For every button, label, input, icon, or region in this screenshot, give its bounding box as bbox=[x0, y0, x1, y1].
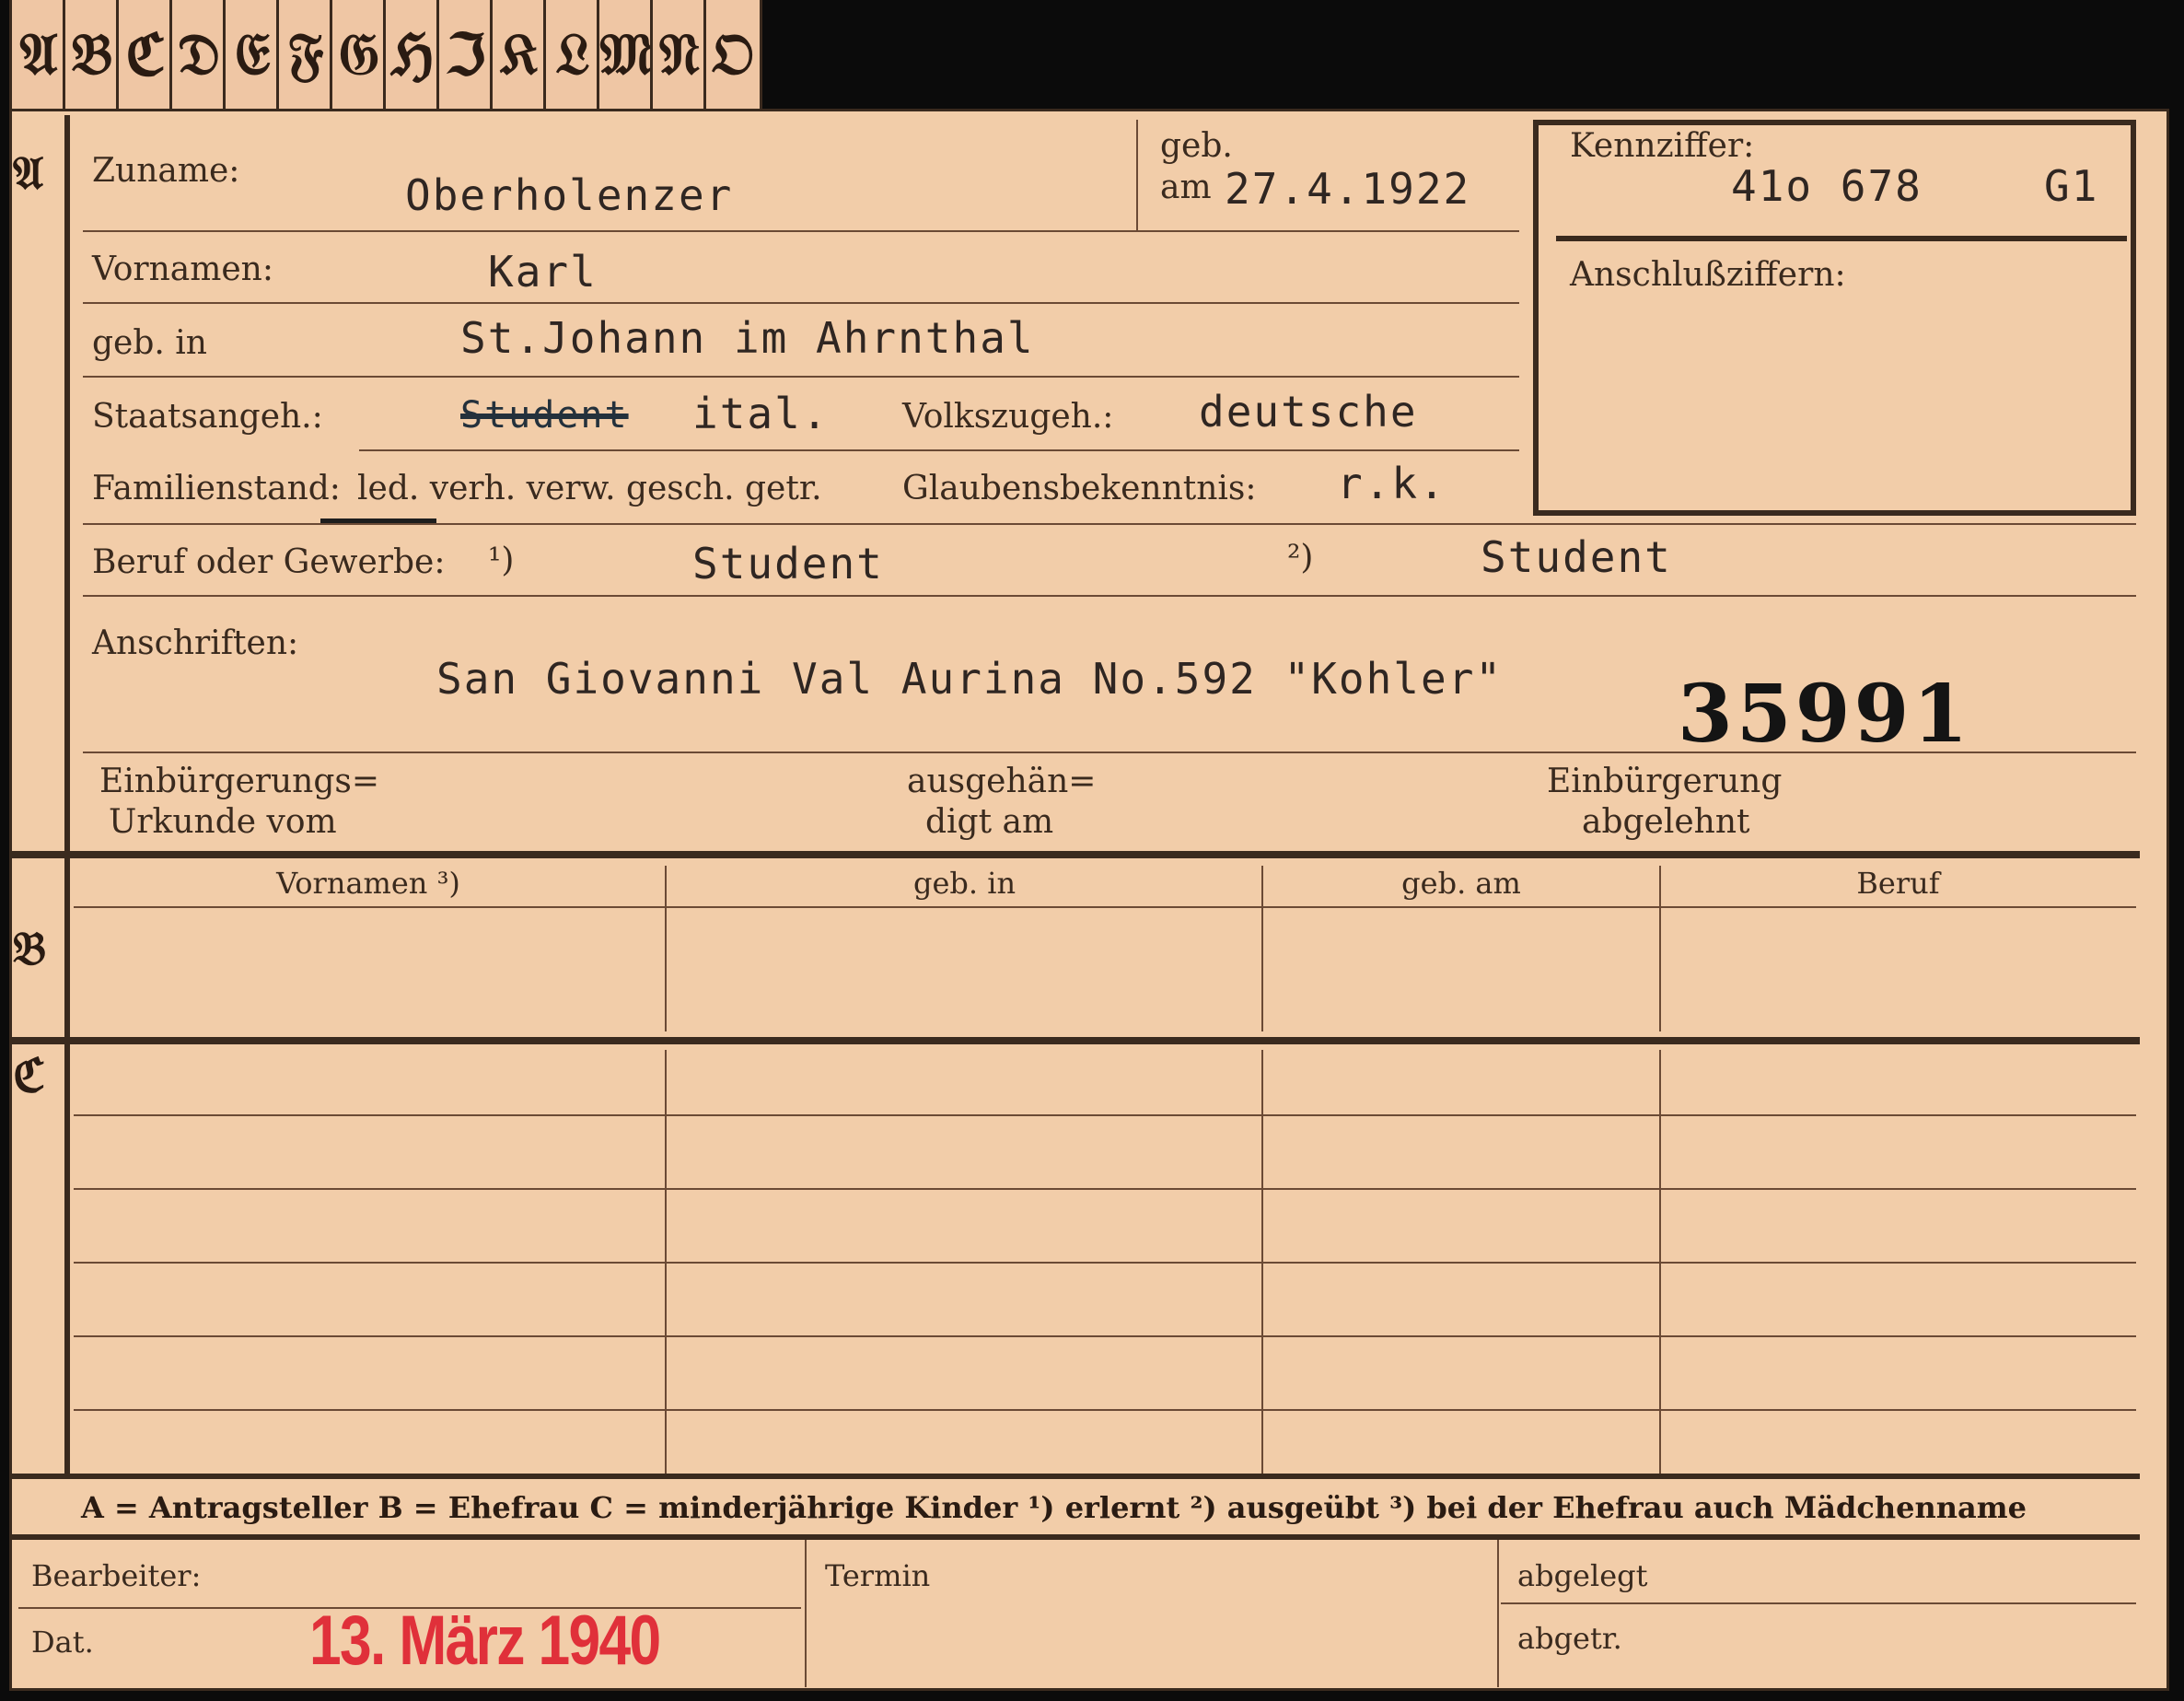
einbuergerung-label-1: Einbürgerungs= bbox=[99, 763, 380, 800]
row-line-7 bbox=[83, 751, 2136, 753]
legend-text: A = Antragsteller B = Ehefrau C = minder… bbox=[81, 1490, 2027, 1525]
kennziffer-suffix: G1 bbox=[2044, 161, 2099, 211]
anschriften-label: Anschriften: bbox=[92, 624, 299, 662]
section-divider-ab bbox=[11, 851, 2140, 858]
vornamen-label: Vornamen: bbox=[92, 250, 273, 288]
row-line-3 bbox=[83, 376, 1519, 378]
anschlussziffern-label: Anschlußziffern: bbox=[1570, 256, 1846, 294]
dat-label: Dat. bbox=[31, 1625, 94, 1660]
kennziffer-divider bbox=[1556, 236, 2127, 241]
c-row-line-2 bbox=[74, 1188, 2136, 1190]
zuname-value: Oberholenzer bbox=[405, 170, 734, 220]
section-b-letter: 𝔅 bbox=[13, 921, 47, 975]
beruf-ausgeuebt-value: Student bbox=[1481, 532, 1672, 582]
tab-g[interactable]: 𝔊 bbox=[330, 0, 389, 109]
col-geb-am-header: geb. am bbox=[1401, 866, 1521, 901]
zuname-label: Zuname: bbox=[92, 152, 240, 190]
b-col-line-2 bbox=[1261, 866, 1263, 1031]
termin-label: Termin bbox=[825, 1558, 931, 1593]
b-col-line-3 bbox=[1659, 866, 1661, 1031]
geb-in-label: geb. in bbox=[92, 324, 207, 362]
section-a-letter: 𝔄 bbox=[13, 146, 44, 200]
row-line-4 bbox=[359, 449, 1519, 451]
footer-col-line-1 bbox=[805, 1540, 807, 1687]
tab-m[interactable]: 𝔐 bbox=[597, 0, 656, 109]
legend-top-rule bbox=[11, 1474, 2140, 1479]
row-line-5 bbox=[83, 523, 2136, 525]
section-b-rule bbox=[64, 861, 70, 1036]
row-line-6 bbox=[83, 595, 2136, 597]
b-col-line-1 bbox=[665, 866, 667, 1031]
tab-d[interactable]: 𝔇 bbox=[169, 0, 228, 109]
abgelegt-label: abgelegt bbox=[1517, 1558, 1648, 1593]
tab-l[interactable]: 𝔏 bbox=[543, 0, 602, 109]
abgetr-label: abgetr. bbox=[1517, 1621, 1622, 1656]
footer-col-line-2 bbox=[1497, 1540, 1499, 1687]
tab-f[interactable]: 𝔉 bbox=[276, 0, 335, 109]
glaubensbekenntnis-value: r.k. bbox=[1337, 459, 1446, 508]
zuname-divider bbox=[1136, 120, 1138, 230]
c-row-line-1 bbox=[74, 1114, 2136, 1116]
kennziffer-label: Kennziffer: bbox=[1570, 127, 1755, 165]
familienstand-label: Familienstand: bbox=[92, 470, 341, 507]
staatsangeh-struck-value: Student bbox=[460, 394, 629, 437]
col-vornamen-header: Vornamen ³) bbox=[276, 866, 460, 901]
tab-o[interactable]: 𝔒 bbox=[703, 0, 762, 109]
section-divider-bc bbox=[11, 1037, 2140, 1044]
tab-a[interactable]: 𝔄 bbox=[9, 0, 68, 109]
beruf-footnote-2: ²) bbox=[1287, 539, 1314, 577]
bearbeiter-label: Bearbeiter: bbox=[31, 1558, 202, 1593]
legend-bottom-rule bbox=[11, 1534, 2140, 1540]
tab-c[interactable]: ℭ bbox=[116, 0, 175, 109]
c-row-line-4 bbox=[74, 1335, 2136, 1337]
staatsangeh-value: ital. bbox=[692, 389, 830, 438]
geb-in-value: St.Johann im Ahrnthal bbox=[460, 313, 1035, 363]
col-geb-in-header: geb. in bbox=[912, 866, 1016, 901]
glaubensbekenntnis-label: Glaubensbekenntnis: bbox=[902, 470, 1257, 507]
staatsangeh-label: Staatsangeh.: bbox=[92, 398, 323, 436]
volkszugeh-value: deutsche bbox=[1199, 387, 1418, 437]
tab-e[interactable]: 𝔈 bbox=[223, 0, 282, 109]
abgelehnt-label-2: abgelehnt bbox=[1582, 803, 1750, 841]
beruf-erlernt-value: Student bbox=[692, 539, 884, 588]
tab-n[interactable]: 𝔑 bbox=[650, 0, 709, 109]
b-header-line bbox=[74, 906, 2136, 908]
tab-k[interactable]: 𝔎 bbox=[490, 0, 549, 109]
einbuergerung-label-2: Urkunde vom bbox=[109, 803, 337, 841]
vornamen-value: Karl bbox=[488, 247, 598, 297]
stamp-number: 35991 bbox=[1678, 668, 1972, 761]
am-label: am bbox=[1160, 169, 1212, 206]
section-c-rule bbox=[64, 1048, 70, 1474]
c-row-line-3 bbox=[74, 1262, 2136, 1264]
c-row-line-5 bbox=[74, 1409, 2136, 1411]
geb-am-value: 27.4.1922 bbox=[1225, 164, 1471, 214]
section-c-letter: ℭ bbox=[13, 1048, 46, 1102]
col-beruf-header: Beruf bbox=[1856, 866, 1940, 901]
kennziffer-value: 41o 678 bbox=[1731, 161, 1923, 211]
footer-mid-line-right bbox=[1501, 1602, 2136, 1604]
ausgehaengt-label-2: digt am bbox=[925, 803, 1054, 841]
row-line-2 bbox=[83, 302, 1519, 304]
beruf-label: Beruf oder Gewerbe: bbox=[92, 543, 446, 581]
geb-label: geb. bbox=[1160, 127, 1233, 165]
familienstand-options: led. verh. verw. gesch. getr. bbox=[357, 470, 822, 507]
ausgehaengt-label-1: ausgehän= bbox=[907, 763, 1097, 800]
date-stamp: 13. März 1940 bbox=[309, 1602, 661, 1680]
beruf-footnote-1: ¹) bbox=[488, 542, 515, 579]
row-line-1 bbox=[83, 230, 1519, 232]
tab-h[interactable]: ℌ bbox=[383, 0, 442, 109]
volkszugeh-label: Volkszugeh.: bbox=[902, 398, 1114, 436]
abgelehnt-label-1: Einbürgerung bbox=[1547, 763, 1783, 800]
tab-b[interactable]: 𝔅 bbox=[63, 0, 122, 109]
anschrift-value: San Giovanni Val Aurina No.592 "Kohler" bbox=[436, 654, 1504, 704]
tab-i[interactable]: ℑ bbox=[436, 0, 495, 109]
